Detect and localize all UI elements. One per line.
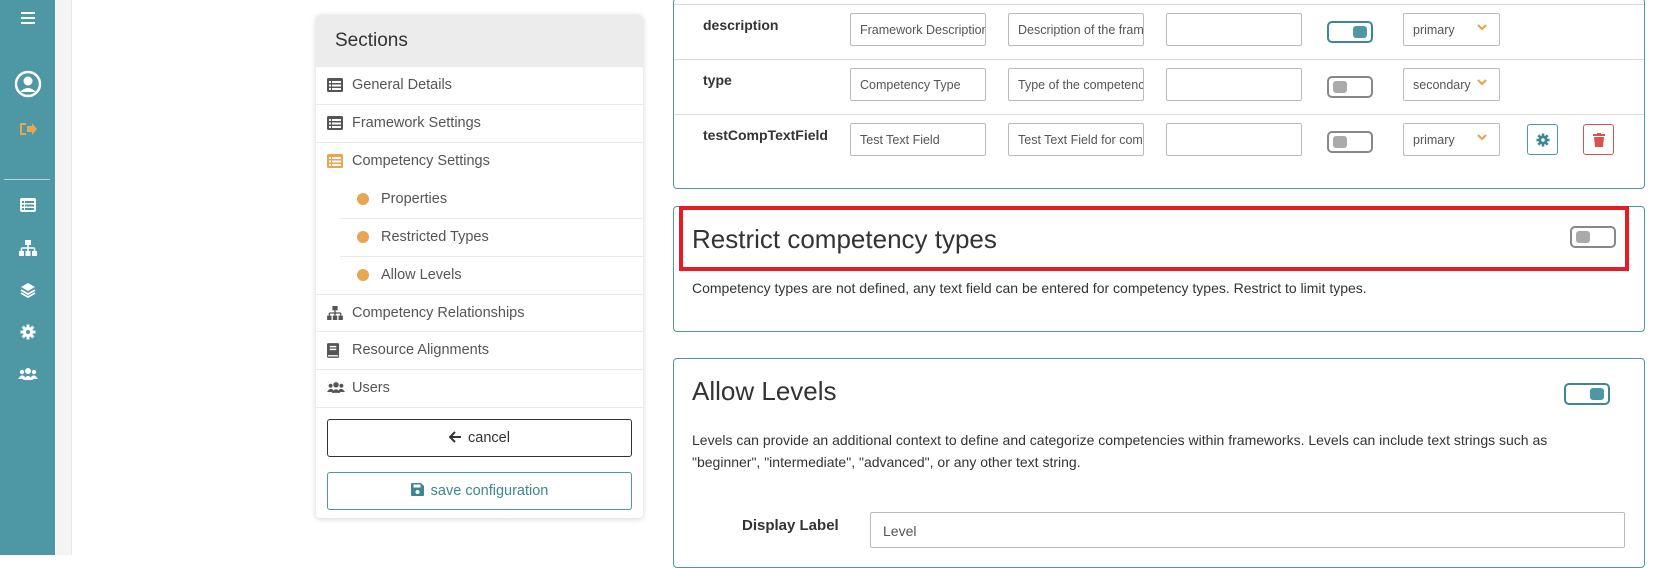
display-label-label: Display Label xyxy=(742,517,839,534)
allow-levels-description-line2: "beginner", "intermediate", "advanced", … xyxy=(692,454,1081,470)
list-icon[interactable] xyxy=(0,198,55,217)
section-subitem-allow-levels[interactable]: Allow Levels xyxy=(340,257,643,295)
property-row: type Competency Type Type of the compete… xyxy=(674,59,1644,114)
property-extra-input[interactable] xyxy=(1166,68,1302,101)
section-subitem-restricted-types[interactable]: Restricted Types xyxy=(340,219,643,257)
nav-divider xyxy=(4,179,50,180)
section-item-general-details[interactable]: General Details xyxy=(316,67,643,105)
section-item-label: Users xyxy=(352,380,390,396)
toggle-knob xyxy=(1590,388,1604,400)
section-item-competency-relationships[interactable]: Competency Relationships xyxy=(316,294,643,332)
sitemap-icon xyxy=(327,306,343,320)
section-item-label: General Details xyxy=(352,77,452,93)
save-configuration-button[interactable]: save configuration xyxy=(327,472,632,510)
property-name: type xyxy=(703,72,732,88)
property-label-input[interactable]: Test Text Field xyxy=(850,123,986,156)
chevron-down-icon xyxy=(1477,24,1487,31)
left-nav-bar xyxy=(0,0,55,555)
section-subitem-label: Properties xyxy=(381,191,448,207)
section-subitem-properties[interactable]: Properties xyxy=(340,181,643,219)
property-priority-value: primary xyxy=(1413,23,1455,37)
property-priority-value: primary xyxy=(1413,133,1455,147)
property-delete-button[interactable] xyxy=(1583,124,1614,155)
allow-levels-card: Allow Levels Levels can provide an addit… xyxy=(673,358,1645,568)
side-gutter xyxy=(56,0,72,555)
toggle-knob xyxy=(1333,136,1347,148)
section-subitem-label: Restricted Types xyxy=(381,229,489,245)
trash-icon xyxy=(1593,133,1605,147)
users-icon xyxy=(327,382,345,393)
users-icon[interactable] xyxy=(0,367,55,386)
property-description-input[interactable]: Description of the framework xyxy=(1008,13,1144,46)
user-circle-icon[interactable] xyxy=(0,70,55,103)
layers-icon[interactable] xyxy=(0,282,55,303)
property-name: testCompTextField xyxy=(703,127,828,143)
allow-levels-title: Allow Levels xyxy=(692,376,837,406)
property-priority-value: secondary xyxy=(1413,78,1471,92)
arrow-left-icon xyxy=(448,431,462,443)
sections-title: Sections xyxy=(316,15,643,67)
sections-panel: Sections General Details Framework Setti… xyxy=(316,15,643,518)
property-label-input[interactable]: Competency Type xyxy=(850,68,986,101)
property-required-toggle[interactable] xyxy=(1327,76,1373,98)
bullet-dot-icon xyxy=(357,193,369,205)
gear-icon[interactable] xyxy=(0,324,55,345)
menu-icon[interactable] xyxy=(0,10,55,31)
property-priority-select[interactable]: primary xyxy=(1403,13,1500,46)
property-label-input[interactable]: Framework Description xyxy=(850,13,986,46)
book-icon xyxy=(327,343,340,358)
gear-icon xyxy=(1536,133,1550,147)
bullet-dot-icon xyxy=(357,269,369,281)
list-icon xyxy=(327,116,343,130)
property-name: description xyxy=(703,17,779,33)
display-label-input[interactable]: Level xyxy=(870,512,1625,548)
section-item-users[interactable]: Users xyxy=(316,370,643,408)
property-required-toggle[interactable] xyxy=(1327,21,1373,43)
toggle-knob xyxy=(1353,26,1367,38)
bullet-dot-icon xyxy=(357,231,369,243)
chevron-down-icon xyxy=(1477,134,1487,141)
property-priority-select[interactable]: primary xyxy=(1403,123,1500,156)
section-item-label: Competency Settings xyxy=(352,153,490,169)
property-description-input[interactable]: Type of the competency xyxy=(1008,68,1144,101)
list-icon xyxy=(327,154,343,168)
property-extra-input[interactable] xyxy=(1166,13,1302,46)
property-row: description Framework Description Descri… xyxy=(674,4,1644,59)
section-item-label: Resource Alignments xyxy=(352,342,490,358)
properties-card: description Framework Description Descri… xyxy=(673,0,1645,189)
highlight-box xyxy=(679,206,1629,271)
property-row: testCompTextField Test Text Field Test T… xyxy=(674,114,1644,169)
property-extra-input[interactable] xyxy=(1166,123,1302,156)
save-icon xyxy=(410,483,424,496)
property-priority-select[interactable]: secondary xyxy=(1403,68,1500,101)
section-item-label: Competency Relationships xyxy=(352,305,525,321)
toggle-knob xyxy=(1333,81,1347,93)
chevron-down-icon xyxy=(1477,79,1487,86)
sign-out-icon[interactable] xyxy=(0,120,55,143)
list-icon xyxy=(327,78,343,92)
section-item-label: Framework Settings xyxy=(352,115,481,131)
allow-levels-description-line1: Levels can provide an additional context… xyxy=(692,432,1548,448)
section-item-framework-settings[interactable]: Framework Settings xyxy=(316,105,643,143)
section-subitem-label: Allow Levels xyxy=(381,267,462,283)
save-configuration-label: save configuration xyxy=(430,483,549,499)
sitemap-icon[interactable] xyxy=(0,240,55,261)
allow-levels-toggle[interactable] xyxy=(1564,383,1610,405)
cancel-label: cancel xyxy=(468,430,510,446)
property-description-input[interactable]: Test Text Field for competency xyxy=(1008,123,1144,156)
cancel-button[interactable]: cancel xyxy=(327,419,632,457)
property-required-toggle[interactable] xyxy=(1327,131,1373,153)
section-item-competency-settings[interactable]: Competency Settings xyxy=(316,143,643,181)
restrict-types-description: Competency types are not defined, any te… xyxy=(692,280,1367,296)
section-item-resource-alignments[interactable]: Resource Alignments xyxy=(316,332,643,370)
property-settings-button[interactable] xyxy=(1527,124,1558,155)
